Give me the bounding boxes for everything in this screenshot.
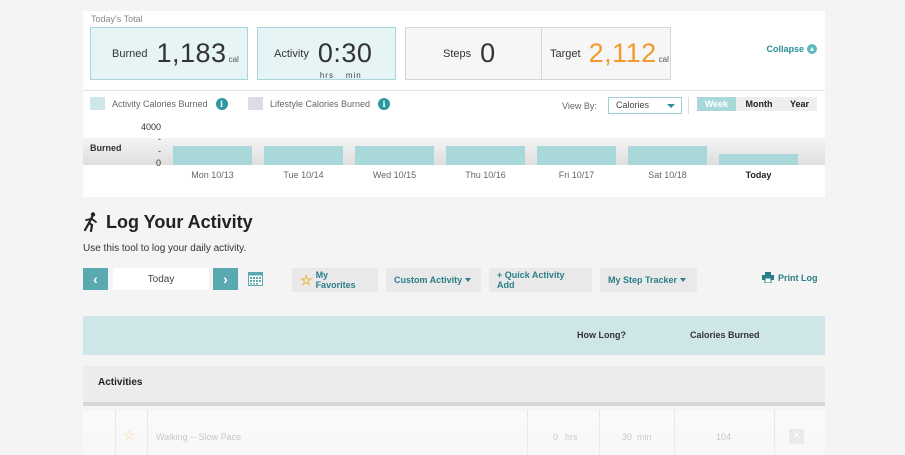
legend-swatch-activity: [90, 97, 105, 110]
minutes-unit: min: [637, 432, 652, 442]
date-input[interactable]: [113, 268, 209, 290]
print-log-label: Print Log: [778, 272, 818, 283]
y-tick: 0: [155, 158, 161, 168]
activity-stat: Activity 0:30 hrs min: [257, 27, 396, 80]
activity-time: 0:30 hrs min: [317, 38, 373, 80]
row-divider: [147, 410, 148, 455]
summary-panel: Today's Total Burned 1,183 cal Activity …: [83, 11, 825, 197]
section-title: Activities: [98, 377, 143, 388]
chevron-left-icon: ‹: [93, 271, 98, 287]
chart-bar[interactable]: [446, 146, 525, 165]
page-title: Log Your Activity: [106, 212, 253, 232]
todays-total-label: Today's Total: [91, 14, 143, 24]
custom-activity-label: Custom Activity: [394, 275, 463, 285]
chart-row-label: Burned: [90, 143, 122, 153]
favorite-star-icon[interactable]: ☆: [123, 427, 136, 444]
chart-bar[interactable]: [355, 146, 434, 165]
row-divider: [599, 410, 600, 455]
chart-bar[interactable]: [173, 146, 252, 165]
divider: [83, 90, 825, 91]
y-tick: -: [158, 134, 161, 144]
custom-activity-button[interactable]: Custom Activity: [386, 268, 481, 292]
legend-activity-label: Activity Calories Burned: [112, 98, 208, 109]
row-divider: [774, 410, 775, 455]
row-divider: [674, 410, 675, 455]
column-header-how-long: How Long?: [577, 330, 626, 340]
burned-value: 1,183: [156, 38, 227, 68]
activity-hrs-unit: hrs: [319, 71, 334, 80]
hours-unit: hrs: [565, 432, 578, 442]
hours-value[interactable]: 0: [553, 432, 558, 442]
tab-month[interactable]: Month: [736, 97, 782, 111]
steps-label: Steps: [443, 47, 472, 60]
next-day-button[interactable]: ›: [213, 268, 238, 290]
target-unit: cal: [658, 55, 669, 64]
chart-bar[interactable]: [264, 146, 343, 165]
view-by-select[interactable]: Calories: [608, 97, 682, 114]
x-tick-label: Today: [745, 170, 772, 180]
activities-section-header: Activities: [83, 366, 825, 406]
collapse-button[interactable]: Collapse ▲: [766, 44, 817, 54]
row-divider: [115, 410, 116, 455]
chart-bar[interactable]: [719, 154, 798, 165]
quick-activity-add-button[interactable]: + Quick Activity Add: [489, 268, 592, 292]
x-tick-label: Mon 10/13: [191, 170, 234, 180]
print-log-button[interactable]: Print Log: [762, 272, 818, 283]
legend-activity: Activity Calories Burned i: [90, 97, 228, 110]
y-tick: 4000: [140, 122, 161, 132]
chart-bar[interactable]: [537, 146, 616, 165]
row-divider: [527, 410, 528, 455]
caret-down-icon: [465, 278, 472, 282]
quick-activity-add-label: + Quick Activity Add: [497, 270, 565, 290]
separator: [688, 97, 689, 114]
burned-label: Burned: [112, 47, 148, 60]
my-step-tracker-button[interactable]: My Step Tracker: [600, 268, 697, 292]
activity-label: Activity: [274, 47, 309, 60]
target-stat: Target 2,112 cal: [541, 27, 671, 80]
my-favorites-button[interactable]: ☆ My Favorites: [292, 268, 378, 292]
chevron-up-icon: ▲: [807, 44, 817, 54]
tab-year[interactable]: Year: [782, 97, 817, 111]
burned-stat: Burned 1,183 cal: [90, 27, 248, 80]
calendar-icon[interactable]: [248, 272, 263, 286]
my-step-tracker-label: My Step Tracker: [608, 275, 678, 285]
x-tick-label: Tue 10/14: [283, 170, 324, 180]
legend-lifestyle-label: Lifestyle Calories Burned: [270, 98, 371, 109]
activity-min-unit: min: [345, 71, 362, 80]
printer-icon: [762, 272, 774, 283]
legend-swatch-lifestyle: [248, 97, 263, 110]
steps-value: 0: [480, 38, 496, 68]
delete-icon[interactable]: ✕: [789, 429, 804, 444]
target-label: Target: [550, 47, 581, 60]
activity-value: 0:30: [317, 38, 373, 68]
prev-day-button[interactable]: ‹: [83, 268, 108, 290]
target-value: 2,112: [588, 38, 657, 68]
chevron-right-icon: ›: [223, 271, 228, 287]
chart-bar[interactable]: [628, 146, 707, 165]
running-person-icon: [83, 212, 97, 232]
tab-week[interactable]: Week: [697, 97, 736, 111]
view-by-label: View By:: [562, 101, 597, 111]
info-icon[interactable]: i: [378, 97, 391, 110]
collapse-label: Collapse: [766, 44, 804, 54]
x-tick-label: Sat 10/18: [648, 170, 687, 180]
my-favorites-label: My Favorites: [315, 270, 356, 290]
burned-unit: cal: [228, 55, 239, 64]
column-header-calories: Calories Burned: [690, 330, 760, 340]
legend-lifestyle: Lifestyle Calories Burned i: [248, 97, 391, 110]
minutes-value[interactable]: 30: [622, 432, 632, 442]
calories-value: 104: [716, 432, 732, 442]
x-tick-label: Thu 10/16: [465, 170, 506, 180]
y-tick: -: [158, 146, 161, 156]
x-tick-label: Fri 10/17: [558, 170, 595, 180]
info-icon[interactable]: i: [215, 97, 228, 110]
x-tick-label: Wed 10/15: [372, 170, 417, 180]
chevron-down-icon: [667, 104, 675, 108]
caret-down-icon: [680, 278, 687, 282]
activity-name: Walking -- Slow Pace: [156, 432, 242, 442]
star-icon: ☆: [300, 272, 313, 288]
view-by-value: Calories: [616, 100, 650, 110]
intro-text: Use this tool to log your daily activity…: [83, 243, 247, 254]
